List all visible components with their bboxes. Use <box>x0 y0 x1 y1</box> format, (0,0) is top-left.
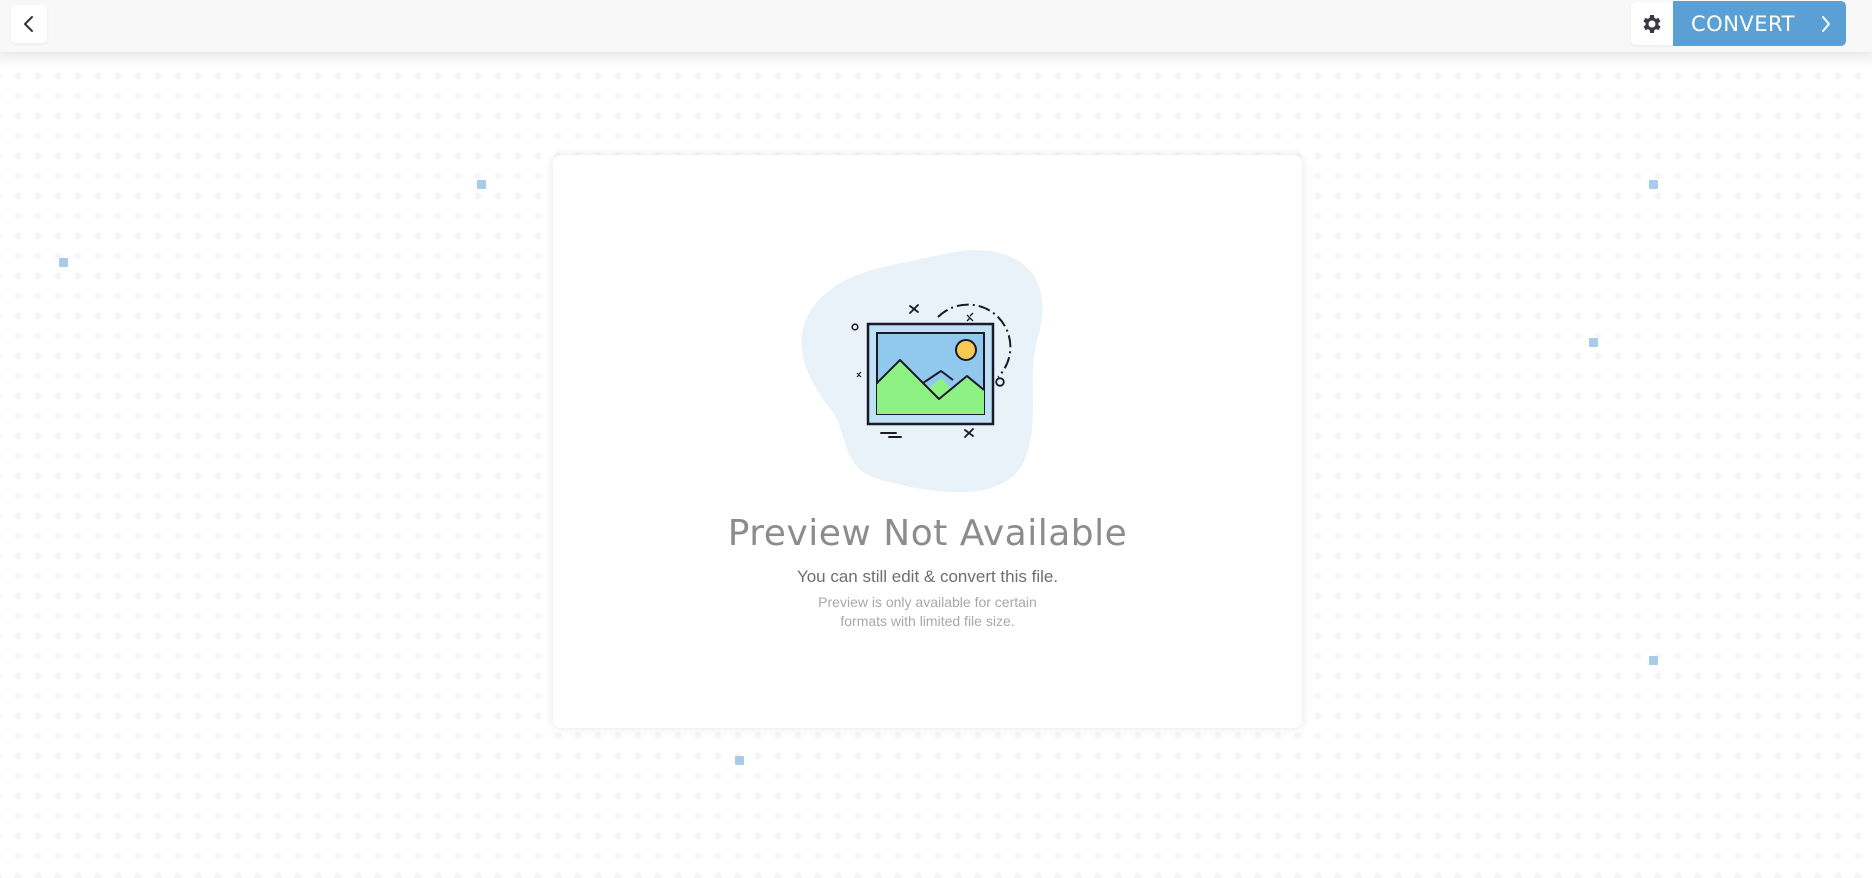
convert-button[interactable]: CONVERT <box>1673 1 1846 46</box>
convert-button-label: CONVERT <box>1691 11 1795 36</box>
toolbar-shadow <box>0 52 1872 70</box>
decorative-square <box>59 258 68 267</box>
decorative-square <box>735 756 744 765</box>
preview-title: Preview Not Available <box>727 513 1128 554</box>
decorative-square <box>1649 180 1658 189</box>
preview-note-line2: formats with limited file size. <box>840 613 1015 629</box>
preview-note-line1: Preview is only available for certain <box>818 594 1037 610</box>
gear-icon <box>1643 14 1661 33</box>
decorative-square <box>477 180 486 189</box>
top-toolbar: CONVERT <box>0 0 1872 52</box>
preview-note: Preview is only available for certain fo… <box>553 593 1302 631</box>
image-placeholder-icon <box>801 250 1043 493</box>
preview-subtitle: You can still edit & convert this file. <box>796 567 1059 586</box>
chevron-left-icon <box>24 16 33 32</box>
chevron-right-icon <box>1822 16 1830 32</box>
settings-button[interactable] <box>1631 2 1673 45</box>
preview-card: Preview Not Available You can still edit… <box>553 155 1302 728</box>
decorative-square <box>1649 656 1658 665</box>
decorative-square <box>1589 338 1598 347</box>
back-button[interactable] <box>11 5 47 43</box>
